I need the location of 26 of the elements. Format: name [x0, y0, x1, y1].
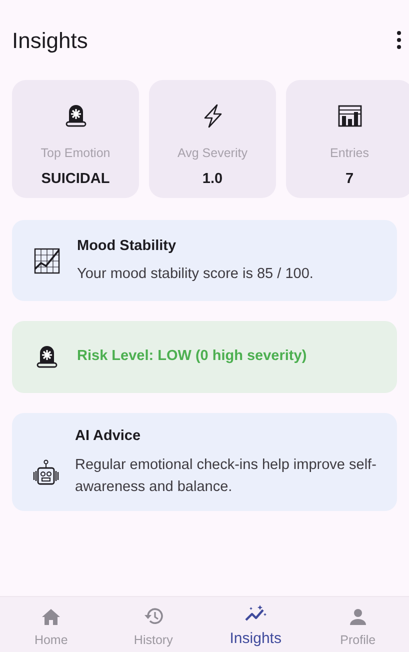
stat-label: Entries — [330, 145, 369, 162]
siren-icon — [36, 345, 58, 369]
nav-tab[interactable]: Insights — [204, 597, 307, 652]
stat-value: 1.0 — [202, 170, 223, 189]
robot-icon — [33, 459, 59, 487]
card-text: Regular emotional check-ins help improve self-awareness and balance. — [75, 456, 378, 497]
nav-tab[interactable]: Home — [0, 597, 102, 652]
nav-tab[interactable]: History — [102, 597, 204, 652]
card-text: Your mood stability score is 85 / 100. — [77, 265, 314, 284]
siren-icon — [64, 104, 86, 128]
nav-tab[interactable]: Profile — [306, 597, 409, 652]
stat-value: 7 — [345, 170, 354, 189]
bar-chart-icon — [338, 105, 362, 127]
stat-label: Avg Severity — [178, 145, 248, 162]
stat-label: Top Emotion — [40, 145, 110, 162]
history-icon — [143, 607, 164, 626]
person-icon — [348, 609, 367, 626]
risk-level-text: Risk Level: LOW (0 high severity) — [77, 347, 307, 366]
stat-value: SUICIDAL — [41, 170, 110, 189]
home-icon — [42, 609, 60, 626]
line-chart-icon — [33, 246, 61, 274]
insights-icon — [244, 604, 267, 622]
lightning-icon — [202, 104, 224, 128]
card-title: AI Advice — [75, 427, 142, 446]
card-title: Mood Stability — [77, 236, 178, 256]
page-title: Insights — [12, 26, 88, 55]
